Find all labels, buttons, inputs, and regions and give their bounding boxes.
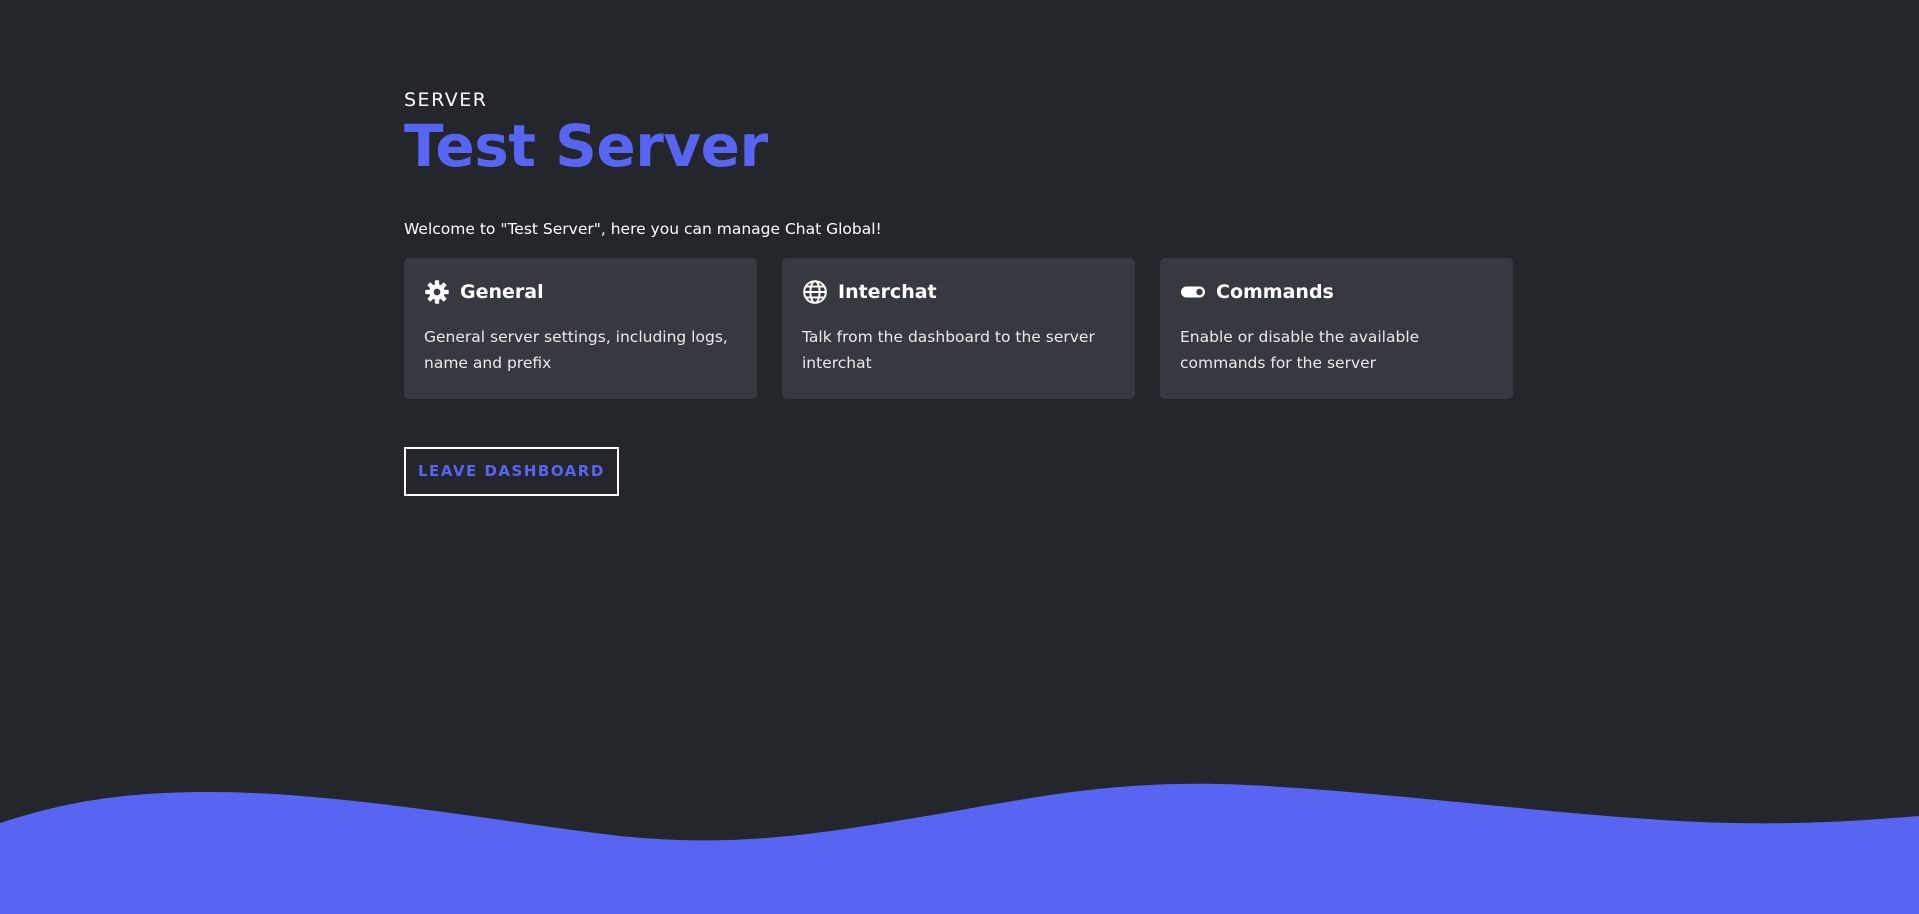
card-description: General server settings, including logs,… bbox=[424, 328, 728, 372]
page-title: Test Server bbox=[404, 112, 768, 180]
card-description: Talk from the dashboard to the server in… bbox=[802, 328, 1095, 372]
toggle-icon bbox=[1180, 279, 1206, 305]
card-description: Enable or disable the available commands… bbox=[1180, 328, 1420, 372]
welcome-text: Welcome to "Test Server", here you can m… bbox=[404, 220, 882, 238]
globe-icon bbox=[802, 279, 828, 305]
settings-cards: General General server settings, includi… bbox=[404, 258, 1516, 399]
card-commands[interactable]: Commands Enable or disable the available… bbox=[1160, 258, 1513, 399]
card-header: Interchat bbox=[802, 278, 1115, 306]
card-general[interactable]: General General server settings, includi… bbox=[404, 258, 757, 399]
card-interchat[interactable]: Interchat Talk from the dashboard to the… bbox=[782, 258, 1135, 399]
leave-dashboard-button[interactable]: LEAVE DASHBOARD bbox=[404, 447, 619, 496]
card-title: General bbox=[460, 281, 544, 303]
main-content: SERVER Test Server Welcome to "Test Serv… bbox=[404, 88, 1516, 496]
card-header: Commands bbox=[1180, 278, 1493, 306]
decorative-wave bbox=[0, 783, 1919, 914]
page-eyebrow: SERVER bbox=[404, 89, 488, 111]
card-header: General bbox=[424, 278, 737, 306]
card-title: Commands bbox=[1216, 281, 1334, 303]
gear-icon bbox=[424, 279, 450, 305]
card-title: Interchat bbox=[838, 281, 937, 303]
